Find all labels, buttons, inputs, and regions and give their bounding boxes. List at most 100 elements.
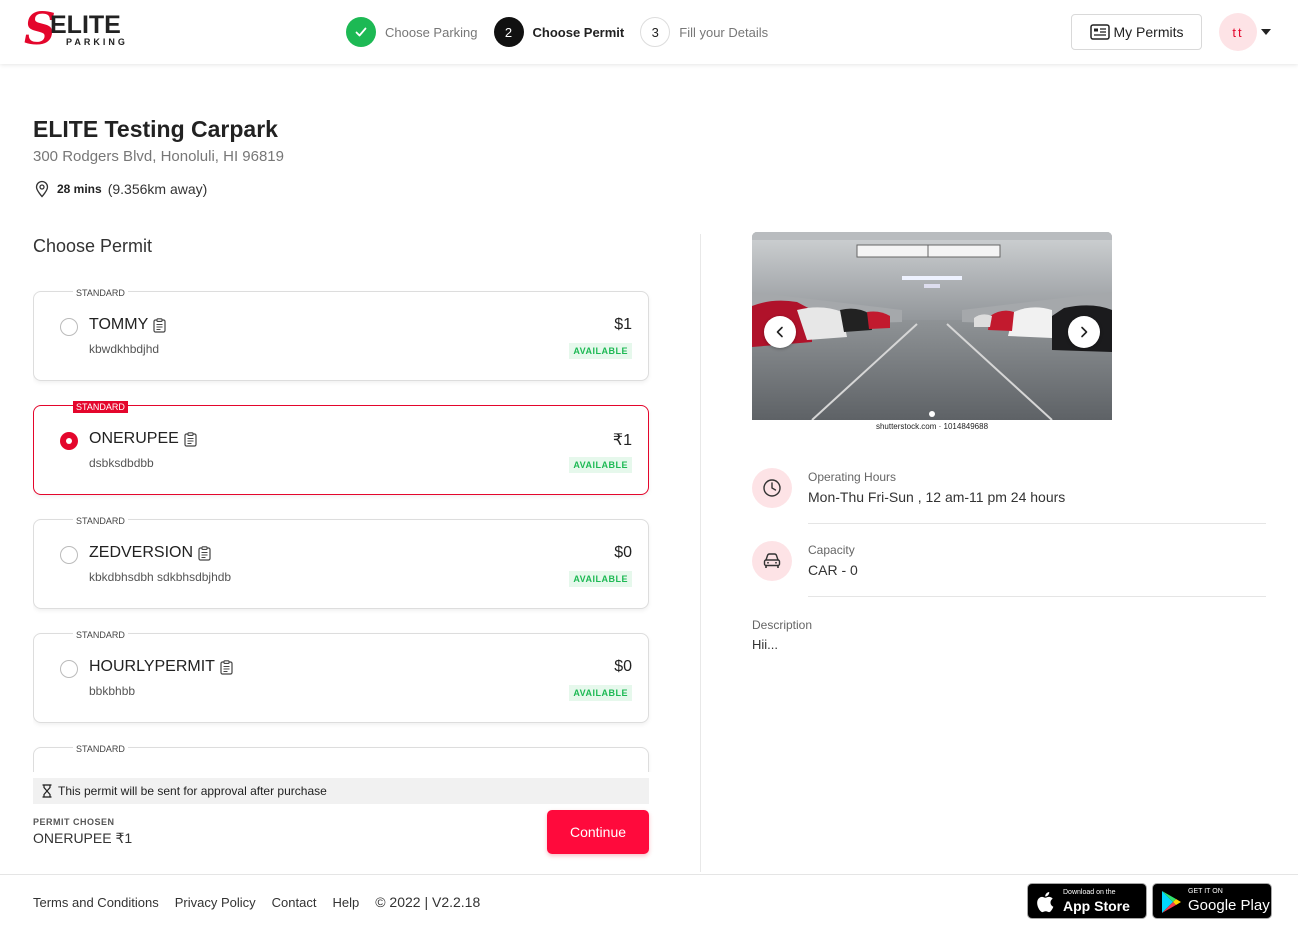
carousel-prev-button[interactable] — [764, 316, 796, 348]
operating-hours-label: Operating Hours — [808, 470, 897, 484]
description-label: Description — [752, 618, 813, 632]
permit-card-hourlypermit[interactable]: STANDARD HOURLYPERMIT bbkbhbb $0 AVAILAB… — [33, 629, 649, 723]
permit-type-tag: STANDARD — [73, 401, 128, 413]
step-number: 2 — [493, 17, 524, 47]
step-label: Choose Permit — [532, 24, 625, 40]
clipboard-icon[interactable] — [220, 659, 233, 675]
permit-description: kbkdbhsdbh sdkbhsdbjhdb — [89, 570, 232, 584]
check-icon — [346, 17, 376, 47]
page-footer: Terms and Conditions Privacy Policy Cont… — [0, 874, 1298, 928]
top-header: S ELITE PARKING Choose Parking 2 Choose … — [0, 0, 1298, 64]
carousel-next-button[interactable] — [1068, 316, 1100, 348]
chevron-down-icon[interactable] — [1261, 29, 1271, 35]
my-permits-button[interactable]: My Permits — [1071, 14, 1202, 50]
permit-type-tag: STANDARD — [73, 629, 128, 641]
chevron-left-icon — [776, 326, 783, 338]
divider — [808, 523, 1266, 524]
capacity-value: CAR - 0 — [808, 562, 858, 578]
permit-name-text: TOMMY — [89, 316, 149, 333]
google-play-big: Google Play — [1188, 897, 1270, 914]
app-store-small: Download on the — [1063, 889, 1116, 896]
photo-credit: shutterstock.com · 1014849688 — [752, 421, 1112, 432]
chevron-right-icon — [1081, 326, 1088, 338]
approval-notice: This permit will be sent for approval af… — [33, 778, 649, 804]
clipboard-icon[interactable] — [184, 431, 197, 447]
carpark-address: 300 Rodgers Blvd, Honoluli, HI 96819 — [33, 148, 284, 165]
step-label: Fill your Details — [679, 24, 769, 40]
permit-type-tag: STANDARD — [73, 287, 128, 299]
permit-description: dsbksdbdbb — [89, 456, 154, 470]
permit-radio[interactable] — [60, 660, 78, 678]
capacity: Capacity CAR - 0 — [752, 541, 1266, 597]
permit-name: ZEDVERSION — [89, 544, 211, 562]
logo-wordmark: ELITE — [50, 11, 121, 39]
location-pin-icon — [35, 180, 49, 198]
checkout-stepper: Choose Parking 2 Choose Permit 3 Fill yo… — [346, 17, 784, 47]
permit-type-tag: STANDARD — [73, 515, 128, 527]
step-number: 3 — [640, 17, 671, 47]
app-store-big: App Store — [1063, 898, 1130, 914]
operating-hours-value: Mon-Thu Fri-Sun , 12 am-11 pm 24 hours — [808, 489, 1066, 505]
permit-price: $0 — [614, 658, 632, 675]
hourglass-icon — [42, 784, 52, 798]
permit-price: $1 — [614, 316, 632, 333]
permit-radio[interactable] — [60, 318, 78, 336]
google-play-badge[interactable]: GET IT ON Google Play — [1152, 883, 1272, 919]
permit-description: kbwdkhbdjhd — [89, 342, 160, 356]
step-choose-parking[interactable]: Choose Parking — [346, 17, 478, 47]
permit-price: $0 — [614, 544, 632, 561]
car-icon — [752, 541, 792, 581]
permit-card-partial[interactable]: STANDARD — [33, 743, 649, 772]
availability-badge: AVAILABLE — [569, 457, 632, 473]
carpark-image-carousel[interactable]: shutterstock.com · 1014849688 — [752, 232, 1112, 432]
logo-subtitle: PARKING — [66, 37, 128, 47]
availability-badge: AVAILABLE — [569, 343, 632, 359]
copyright-version: © 2022 | V2.2.18 — [375, 894, 481, 910]
carpark-name: ELITE Testing Carpark — [33, 116, 278, 142]
permit-type-tag: STANDARD — [73, 743, 128, 755]
description-value: Hii... — [752, 637, 778, 652]
permit-card-onerupee[interactable]: STANDARD ONERUPEE dsbksdbdbb ₹1 AVAILABL… — [33, 401, 649, 495]
footer-links: Terms and Conditions Privacy Policy Cont… — [33, 894, 496, 910]
clipboard-icon[interactable] — [153, 317, 166, 333]
permit-card-zedversion[interactable]: STANDARD ZEDVERSION kbkdbhsdbh sdkbhsdbj… — [33, 515, 649, 609]
elite-parking-logo[interactable]: S ELITE PARKING — [24, 8, 136, 54]
permit-chosen-label: PERMIT CHOSEN — [33, 817, 115, 827]
user-avatar[interactable]: tt — [1219, 13, 1257, 51]
step-choose-permit: 2 Choose Permit — [493, 17, 625, 47]
google-play-icon — [1162, 891, 1181, 913]
permit-radio[interactable] — [60, 546, 78, 564]
availability-badge: AVAILABLE — [569, 571, 632, 587]
permit-radio[interactable] — [60, 432, 78, 450]
travel-distance: (9.356km away) — [107, 181, 208, 197]
help-link[interactable]: Help — [332, 895, 359, 910]
apple-icon — [1037, 892, 1054, 913]
terms-link[interactable]: Terms and Conditions — [33, 895, 159, 910]
permit-price: ₹1 — [612, 432, 632, 449]
permit-name: HOURLYPERMIT — [89, 658, 233, 676]
clock-icon — [752, 468, 792, 508]
carousel-dot-active[interactable] — [929, 411, 935, 417]
choose-permit-heading: Choose Permit — [33, 236, 153, 256]
operating-hours: Operating Hours Mon-Thu Fri-Sun , 12 am-… — [752, 468, 1266, 524]
carpark-distance: 28 mins (9.356km away) — [33, 180, 207, 198]
permit-name-text: ZEDVERSION — [89, 544, 194, 561]
availability-badge: AVAILABLE — [569, 685, 632, 701]
permit-list-icon — [1089, 24, 1110, 40]
contact-link[interactable]: Contact — [272, 895, 317, 910]
continue-button[interactable]: Continue — [547, 810, 649, 854]
my-permits-label: My Permits — [1113, 24, 1184, 40]
privacy-link[interactable]: Privacy Policy — [175, 895, 256, 910]
permit-card-tommy[interactable]: STANDARD TOMMY kbwdkhbdjhd $1 AVAILABLE — [33, 287, 649, 381]
permit-list[interactable]: STANDARD TOMMY kbwdkhbdjhd $1 AVAILABLE … — [33, 280, 653, 772]
permit-name-text: ONERUPEE — [89, 430, 179, 447]
step-label: Choose Parking — [385, 24, 478, 40]
approval-notice-text: This permit will be sent for approval af… — [58, 784, 327, 798]
permit-name: TOMMY — [89, 316, 166, 334]
capacity-label: Capacity — [808, 543, 855, 557]
step-fill-details: 3 Fill your Details — [640, 17, 768, 47]
app-store-badge[interactable]: Download on the App Store — [1027, 883, 1147, 919]
column-divider — [700, 234, 701, 872]
clipboard-icon[interactable] — [198, 545, 211, 561]
carpark-photo — [752, 232, 1112, 420]
